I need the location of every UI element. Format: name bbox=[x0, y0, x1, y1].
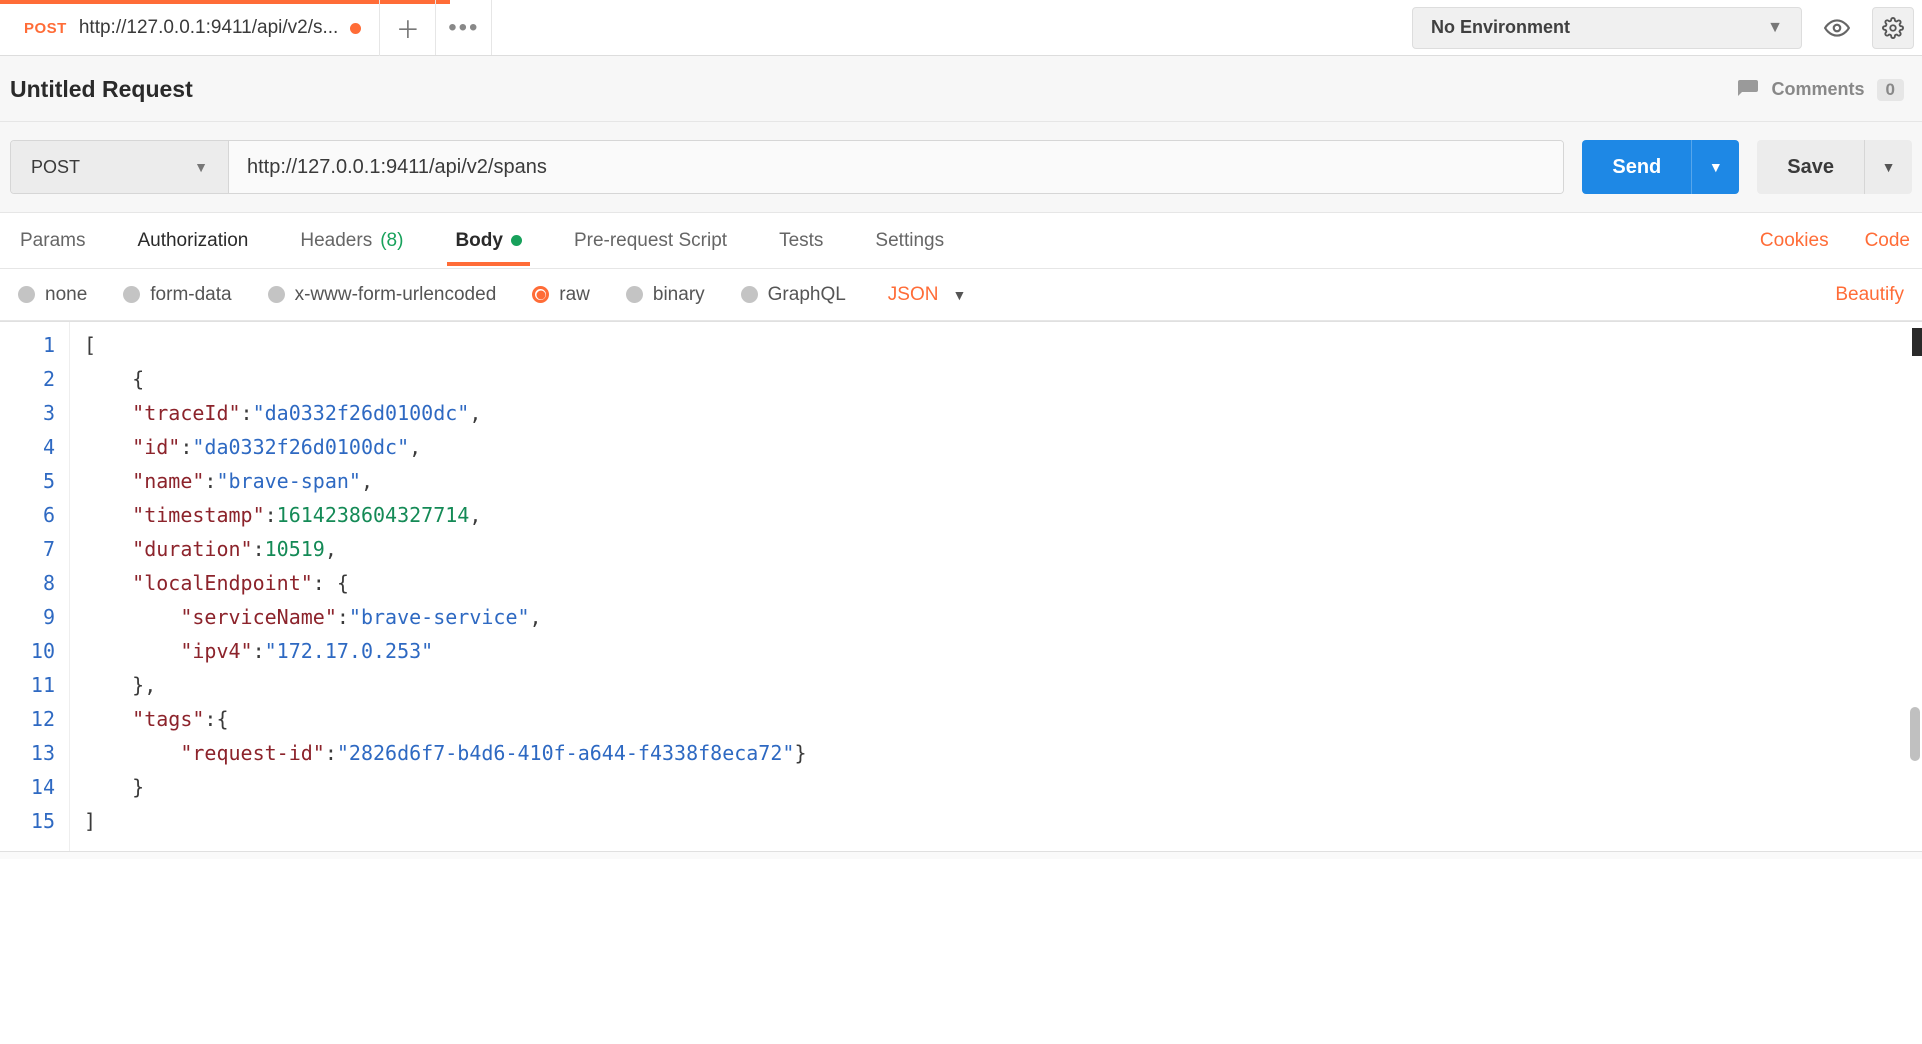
body-type-raw[interactable]: raw bbox=[532, 284, 590, 306]
tab-headers[interactable]: Headers (8) bbox=[292, 216, 411, 266]
environment-select[interactable]: No Environment ▼ bbox=[1412, 7, 1802, 49]
tab-params[interactable]: Params bbox=[12, 216, 93, 266]
comments-button[interactable]: Comments 0 bbox=[1736, 78, 1904, 102]
beautify-button[interactable]: Beautify bbox=[1835, 284, 1904, 306]
tab-prerequest[interactable]: Pre-request Script bbox=[566, 216, 735, 266]
cookies-link[interactable]: Cookies bbox=[1760, 230, 1829, 252]
method-url-group: POST ▼ bbox=[10, 140, 1564, 194]
body-type-none[interactable]: none bbox=[18, 284, 87, 306]
body-type-binary[interactable]: binary bbox=[626, 284, 705, 306]
tab-strip: POST http://127.0.0.1:9411/api/v2/s... ＋… bbox=[0, 0, 492, 55]
request-builder-row: POST ▼ Send ▼ Save ▼ bbox=[0, 122, 1922, 213]
chevron-down-icon: ▼ bbox=[194, 159, 208, 175]
request-title[interactable]: Untitled Request bbox=[10, 76, 193, 103]
editor-gutter: 123456789101112131415 bbox=[0, 322, 70, 851]
tab-url-label: http://127.0.0.1:9411/api/v2/s... bbox=[79, 17, 339, 39]
radio-icon bbox=[268, 286, 285, 303]
editor-scrollbar-thumb[interactable] bbox=[1910, 707, 1920, 761]
tab-body[interactable]: Body bbox=[447, 216, 530, 266]
code-link[interactable]: Code bbox=[1865, 230, 1910, 252]
comment-icon bbox=[1736, 78, 1760, 102]
chevron-down-icon: ▼ bbox=[952, 287, 966, 303]
radio-icon bbox=[18, 286, 35, 303]
radio-icon bbox=[741, 286, 758, 303]
chevron-down-icon: ▼ bbox=[1709, 159, 1723, 175]
more-icon: ••• bbox=[448, 14, 479, 42]
body-editor[interactable]: 123456789101112131415 [ { "traceId":"da0… bbox=[0, 321, 1922, 851]
comments-count: 0 bbox=[1877, 79, 1904, 101]
http-method-label: POST bbox=[31, 157, 80, 178]
headers-count: (8) bbox=[380, 230, 403, 252]
body-type-graphql[interactable]: GraphQL bbox=[741, 284, 846, 306]
new-tab-button[interactable]: ＋ bbox=[380, 0, 436, 55]
editor-minimap-cursor bbox=[1912, 328, 1922, 356]
environment-label: No Environment bbox=[1431, 17, 1570, 38]
plus-icon: ＋ bbox=[396, 10, 420, 45]
save-dropdown-button[interactable]: ▼ bbox=[1864, 140, 1912, 194]
comments-label: Comments bbox=[1772, 79, 1865, 100]
send-button-group: Send ▼ bbox=[1582, 140, 1739, 194]
environment-controls: No Environment ▼ bbox=[1412, 0, 1922, 55]
save-button[interactable]: Save bbox=[1757, 140, 1864, 194]
send-dropdown-button[interactable]: ▼ bbox=[1691, 140, 1739, 194]
editor-code[interactable]: [ { "traceId":"da0332f26d0100dc", "id":"… bbox=[70, 322, 1922, 851]
body-subtype-select[interactable]: JSON ▼ bbox=[888, 284, 967, 306]
unsaved-indicator-icon bbox=[350, 23, 361, 34]
environment-settings-button[interactable] bbox=[1872, 7, 1914, 49]
request-header-row: Untitled Request Comments 0 bbox=[0, 56, 1922, 122]
tab-tests[interactable]: Tests bbox=[771, 216, 831, 266]
gear-icon bbox=[1882, 17, 1904, 39]
tab-method-label: POST bbox=[24, 20, 67, 37]
body-type-xwwwform[interactable]: x-www-form-urlencoded bbox=[268, 284, 497, 306]
request-section-tabs: Params Authorization Headers (8) Body Pr… bbox=[0, 213, 1922, 269]
panel-divider bbox=[0, 851, 1922, 859]
eye-icon bbox=[1824, 15, 1850, 41]
radio-icon bbox=[123, 286, 140, 303]
tab-bar: POST http://127.0.0.1:9411/api/v2/s... ＋… bbox=[0, 0, 1922, 56]
request-tab[interactable]: POST http://127.0.0.1:9411/api/v2/s... bbox=[0, 0, 380, 56]
chevron-down-icon: ▼ bbox=[1767, 19, 1783, 37]
url-input[interactable] bbox=[229, 141, 1563, 193]
body-type-formdata[interactable]: form-data bbox=[123, 284, 231, 306]
radio-selected-icon bbox=[532, 286, 549, 303]
http-method-select[interactable]: POST ▼ bbox=[11, 141, 229, 193]
environment-preview-button[interactable] bbox=[1816, 7, 1858, 49]
tab-overflow-button[interactable]: ••• bbox=[436, 0, 492, 55]
save-button-group: Save ▼ bbox=[1757, 140, 1912, 194]
body-dirty-indicator-icon bbox=[511, 235, 522, 246]
tab-authorization[interactable]: Authorization bbox=[129, 216, 256, 266]
radio-icon bbox=[626, 286, 643, 303]
tab-settings[interactable]: Settings bbox=[867, 216, 952, 266]
body-type-row: none form-data x-www-form-urlencoded raw… bbox=[0, 269, 1922, 321]
send-button[interactable]: Send bbox=[1582, 140, 1691, 194]
chevron-down-icon: ▼ bbox=[1882, 159, 1896, 175]
